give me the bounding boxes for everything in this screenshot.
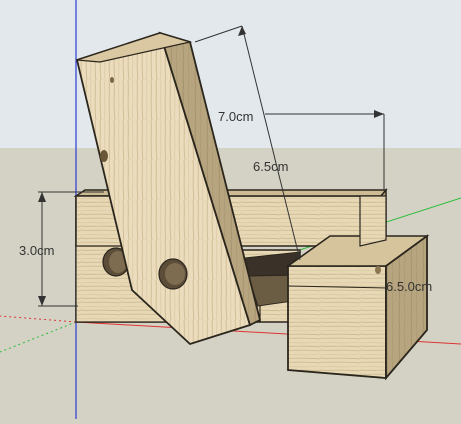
scene-canvas[interactable]: 7.0cm 6.5cm 3.0cm 6.5.0cm [0,0,461,419]
modeling-viewport[interactable]: 7.0cm 6.5cm 3.0cm 6.5.0cm [0,0,461,419]
dimension-label-7cm: 7.0cm [218,109,253,124]
dimension-label-3cm: 3.0cm [19,243,54,258]
dimension-label-6-5cm: 6.5cm [253,159,288,174]
sky [0,0,461,148]
dimension-label-overlap: 6.5.0cm [386,279,432,294]
dimension-overlap[interactable]: 6.5.0cm [386,279,432,294]
small-beam[interactable] [359,195,387,247]
